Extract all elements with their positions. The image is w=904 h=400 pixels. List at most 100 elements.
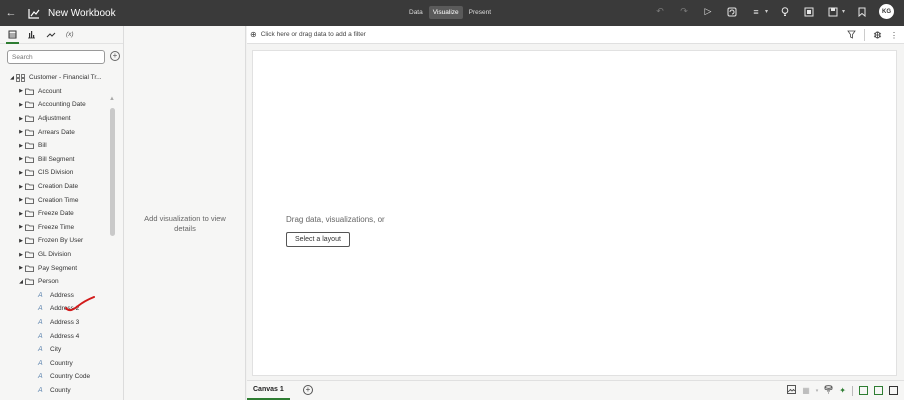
auto-apply-icon[interactable]: ✦	[839, 386, 846, 395]
folder-node[interactable]: ▶ GL Division	[0, 248, 112, 262]
save-icon[interactable]	[826, 5, 840, 19]
folder-node[interactable]: ▶ Creation Time	[0, 193, 112, 207]
folder-node[interactable]: ▶ Account	[0, 85, 112, 99]
tab-visualizations[interactable]	[27, 26, 36, 44]
folder-node[interactable]: ▶ Adjustment	[0, 112, 112, 126]
database-icon	[8, 30, 17, 39]
collapsed-arrow-icon[interactable]: ▶	[17, 211, 25, 217]
bug-icon[interactable]	[873, 30, 882, 41]
chevron-down-icon[interactable]: ▾	[765, 8, 768, 15]
collapsed-arrow-icon[interactable]: ▶	[17, 252, 25, 258]
mode-visualize[interactable]: Visualize	[428, 6, 463, 19]
undo-icon[interactable]: ↶	[653, 5, 667, 19]
insights-lightbulb-icon[interactable]	[778, 5, 792, 19]
folder-node[interactable]: ▶ Arrears Date	[0, 125, 112, 139]
attribute-icon: A	[38, 359, 43, 367]
canvas-properties-icon[interactable]	[802, 5, 816, 19]
redo-icon[interactable]: ↷	[677, 5, 691, 19]
folder-node[interactable]: ▶ Frozen By User	[0, 234, 112, 248]
mode-data[interactable]: Data	[405, 6, 427, 19]
middle-panel-toggle-icon[interactable]	[874, 386, 883, 395]
add-data-icon[interactable]: +	[110, 51, 120, 61]
preview-play-icon[interactable]: ▷	[701, 5, 715, 19]
collapsed-arrow-icon[interactable]: ▶	[17, 116, 25, 122]
tree-scrollbar[interactable]	[110, 108, 115, 236]
folder-node[interactable]: ▶ Pay Segment	[0, 261, 112, 275]
canvas-drop-zone[interactable]: Drag data, visualizations, or Select a l…	[252, 50, 897, 376]
attribute-label: Country	[50, 359, 73, 367]
left-panel-toggle-icon[interactable]	[859, 386, 868, 395]
attribute-node[interactable]: A Address 3	[0, 316, 112, 330]
more-options-icon[interactable]: ⋮	[890, 31, 898, 40]
attribute-node[interactable]: A Country Code	[0, 370, 112, 384]
filter-funnel-icon[interactable]	[847, 30, 856, 41]
add-filter-icon[interactable]: ⊕	[250, 30, 257, 39]
collapsed-arrow-icon[interactable]: ▶	[17, 156, 25, 162]
folder-node[interactable]: ▶ Bill	[0, 139, 112, 153]
folder-node[interactable]: ▶ Bill Segment	[0, 153, 112, 167]
user-avatar[interactable]: KG	[879, 4, 894, 19]
collapsed-arrow-icon[interactable]: ▶	[17, 224, 25, 230]
folder-icon	[25, 278, 35, 286]
folder-node[interactable]: ◢ Person	[0, 275, 112, 289]
mode-switcher: Data Visualize Present	[405, 6, 495, 19]
divider	[864, 29, 865, 41]
data-filter-icon[interactable]	[824, 385, 833, 396]
folder-label: Bill Segment	[38, 155, 75, 163]
bookmark-icon[interactable]	[855, 5, 869, 19]
folder-label: Freeze Time	[38, 223, 75, 231]
attribute-label: Country Code	[50, 373, 91, 381]
folder-label: Adjustment	[38, 115, 71, 123]
folder-node[interactable]: ▶ CIS Division	[0, 166, 112, 180]
image-icon[interactable]	[787, 385, 797, 396]
canvas-tabs-bar: Canvas 1 + ▦ ▾ ✦	[247, 380, 904, 400]
data-tree: ◢ Customer - Financial Tr... ▶ Account ▶ Ac…	[0, 71, 112, 397]
tab-analytics[interactable]	[46, 26, 56, 44]
tab-data[interactable]	[6, 26, 19, 44]
chevron-down-icon[interactable]: ▾	[816, 388, 819, 394]
collapsed-arrow-icon[interactable]: ▶	[17, 170, 25, 176]
folder-node[interactable]: ▶ Creation Date	[0, 180, 112, 194]
collapsed-arrow-icon[interactable]: ▶	[17, 102, 25, 108]
tab-variables[interactable]: (x)	[66, 26, 74, 44]
save-chevron-down-icon[interactable]: ▾	[842, 8, 845, 15]
workbook-title[interactable]: New Workbook	[48, 8, 116, 19]
expanded-arrow-icon[interactable]: ◢	[8, 75, 16, 81]
canvas-area: Drag data, visualizations, or Select a l…	[247, 44, 904, 380]
search-input[interactable]	[7, 50, 105, 64]
attribute-label: Address 3	[50, 318, 80, 326]
attribute-node[interactable]: A Country	[0, 356, 112, 370]
back-arrow-icon[interactable]: ←	[0, 7, 22, 19]
folder-list: ▶ Account ▶ Accounting Date ▶ Adjustment ▶ Arre…	[0, 85, 112, 289]
expanded-arrow-icon[interactable]: ◢	[17, 279, 25, 285]
select-layout-button[interactable]: Select a layout	[286, 232, 350, 247]
right-panel-toggle-icon[interactable]	[889, 386, 898, 395]
folder-node[interactable]: ▶ Accounting Date	[0, 98, 112, 112]
folder-node[interactable]: ▶ Freeze Time	[0, 221, 112, 235]
folder-label: Arrears Date	[38, 128, 75, 136]
properties-hint: Add visualization to view details	[144, 214, 226, 233]
collapsed-arrow-icon[interactable]: ▶	[17, 265, 25, 271]
refresh-data-icon[interactable]	[725, 5, 739, 19]
collapsed-arrow-icon[interactable]: ▶	[17, 184, 25, 190]
dataset-node[interactable]: ◢ Customer - Financial Tr...	[0, 71, 112, 85]
collapsed-arrow-icon[interactable]: ▶	[17, 143, 25, 149]
folder-node[interactable]: ▶ Freeze Date	[0, 207, 112, 221]
properties-menu-icon[interactable]: ≡	[749, 5, 763, 19]
folder-icon	[25, 224, 35, 231]
collapsed-arrow-icon[interactable]: ▶	[17, 88, 25, 94]
tab-canvas-1[interactable]: Canvas 1	[247, 381, 290, 400]
filter-bar[interactable]: ⊕ Click here or drag data to add a filte…	[247, 26, 904, 44]
attribute-node[interactable]: A City	[0, 343, 112, 357]
scroll-up-icon[interactable]: ▲	[109, 96, 115, 102]
mode-present[interactable]: Present	[465, 6, 495, 19]
grid-icon[interactable]: ▦	[802, 386, 810, 395]
add-canvas-icon[interactable]: +	[303, 385, 313, 395]
attribute-icon: A	[38, 305, 43, 313]
collapsed-arrow-icon[interactable]: ▶	[17, 238, 25, 244]
attribute-node[interactable]: A County	[0, 384, 112, 398]
attribute-node[interactable]: A Address 4	[0, 329, 112, 343]
collapsed-arrow-icon[interactable]: ▶	[17, 197, 25, 203]
collapsed-arrow-icon[interactable]: ▶	[17, 129, 25, 135]
dataset-icon	[16, 73, 26, 82]
